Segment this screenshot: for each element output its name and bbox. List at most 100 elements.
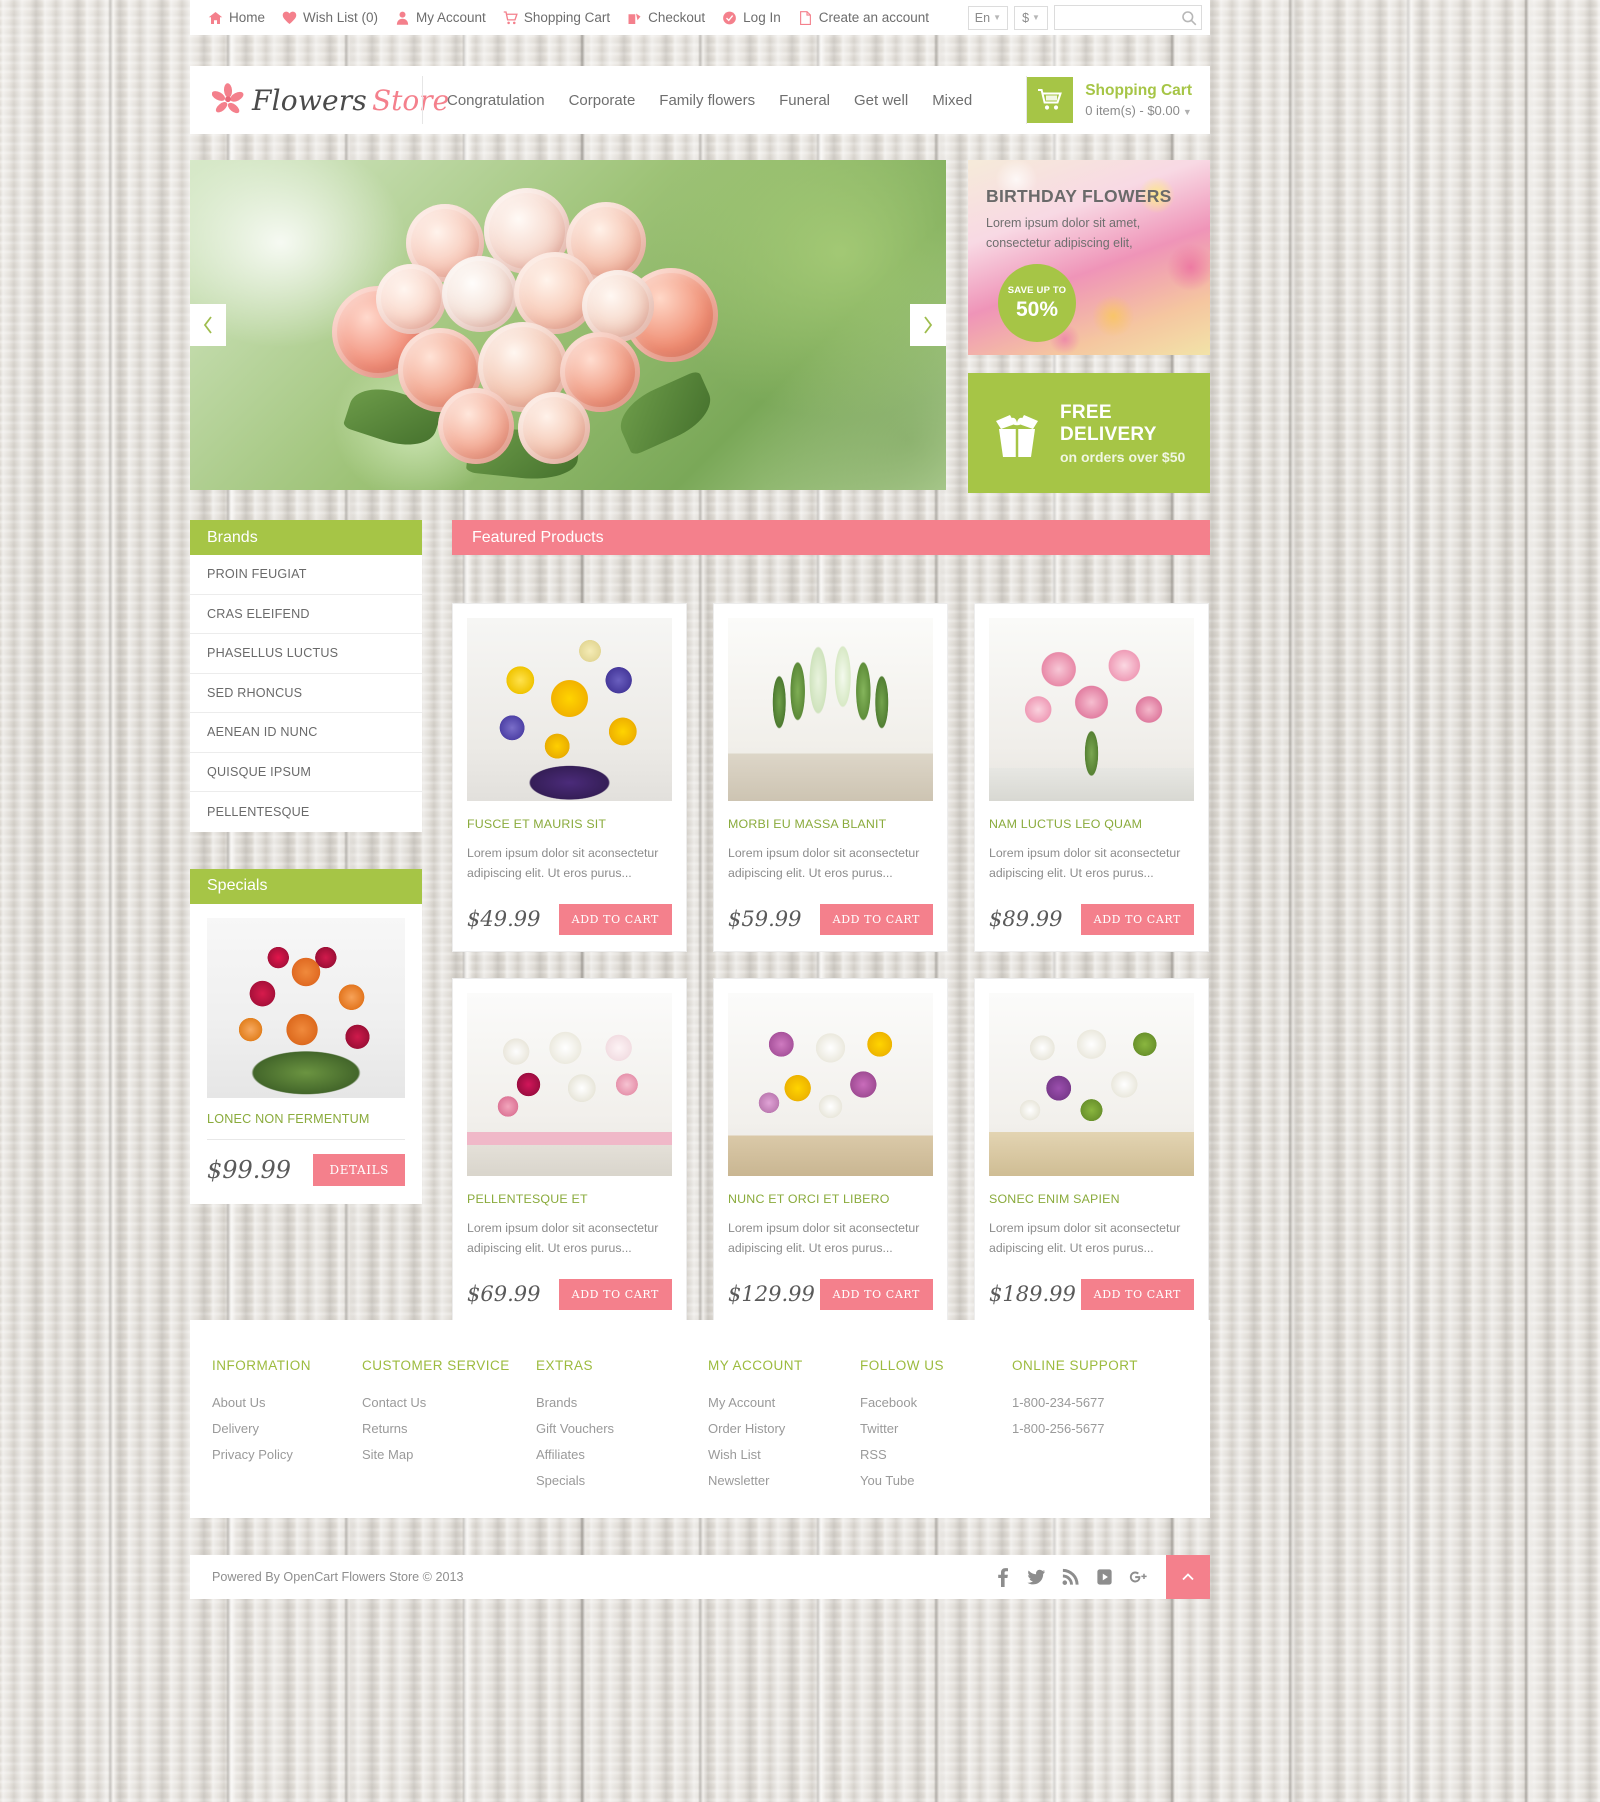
add-to-cart-button[interactable]: ADD TO CART (1080, 903, 1194, 935)
birthday-banner[interactable]: BIRTHDAY FLOWERS Lorem ipsum dolor sit a… (968, 160, 1210, 355)
slider-prev-button[interactable] (190, 304, 226, 346)
birthday-banner-content: BIRTHDAY FLOWERS Lorem ipsum dolor sit a… (968, 160, 1210, 250)
product-title: NUNC ET ORCI ET LIBERO (728, 1191, 890, 1206)
footer-link[interactable]: Site Map (362, 1447, 536, 1462)
footer-heading: INFORMATION (212, 1358, 311, 1373)
youtube-icon[interactable] (1095, 1567, 1114, 1587)
product-image[interactable] (467, 618, 672, 801)
top-controls: En ▼ $ ▼ (967, 5, 1202, 30)
footer-link[interactable]: Privacy Policy (212, 1447, 362, 1462)
footer-link[interactable]: My Account (708, 1395, 860, 1410)
top-link-label: Checkout (648, 10, 706, 25)
top-link-my-account[interactable]: My Account (395, 10, 486, 26)
top-link-label: Create an account (818, 10, 930, 25)
nav-item-get-well[interactable]: Get well (854, 92, 908, 109)
top-link-create-account[interactable]: Create an account (798, 10, 929, 26)
currency-selector[interactable]: $ ▼ (1014, 5, 1048, 30)
footer-link[interactable]: About Us (212, 1395, 362, 1410)
specials-heading: Specials (190, 868, 422, 904)
nav-item-funeral[interactable]: Funeral (779, 92, 830, 109)
add-to-cart-button[interactable]: ADD TO CART (558, 1278, 672, 1310)
top-link-wishlist[interactable]: Wish List (0) (282, 10, 378, 26)
footer-link[interactable]: You Tube (860, 1473, 1012, 1488)
product-image[interactable] (989, 992, 1194, 1176)
nav-item-family-flowers[interactable]: Family flowers (659, 92, 755, 109)
add-to-cart-button[interactable]: ADD TO CART (558, 903, 672, 935)
nav-item-congratulation[interactable]: Congratulation (447, 92, 545, 109)
twitter-icon[interactable] (1027, 1567, 1046, 1587)
back-to-top-button[interactable] (1166, 1555, 1210, 1599)
facebook-icon[interactable] (993, 1567, 1012, 1587)
details-button[interactable]: DETAILS (313, 1153, 405, 1186)
special-product-image[interactable] (207, 917, 405, 1098)
footer-heading: MY ACCOUNT (708, 1358, 803, 1373)
product-footer: $49.99 ADD TO CART (467, 903, 672, 935)
footer-link[interactable]: Wish List (708, 1447, 860, 1462)
heart-icon (282, 10, 297, 26)
free-delivery-banner[interactable]: FREE DELIVERY on orders over $50 (968, 373, 1210, 493)
product-description: Lorem ipsum dolor sit aconsectetur adipi… (467, 1220, 659, 1255)
product-image[interactable] (467, 992, 672, 1176)
add-to-cart-button[interactable]: ADD TO CART (1080, 1278, 1194, 1310)
product-footer: $89.99 ADD TO CART (989, 903, 1194, 935)
nav-item-corporate[interactable]: Corporate (569, 92, 636, 109)
product-title: PELLENTESQUE ET (467, 1191, 588, 1206)
footer-link[interactable]: Order History (708, 1421, 860, 1436)
brand-item[interactable]: PROIN FEUGIAT (190, 555, 422, 595)
product-card: FUSCE ET MAURIS SIT Lorem ipsum dolor si… (452, 603, 687, 952)
add-to-cart-button[interactable]: ADD TO CART (819, 903, 933, 935)
chevron-down-icon: ▼ (1182, 106, 1192, 117)
product-card: NAM LUCTUS LEO QUAM Lorem ipsum dolor si… (974, 603, 1209, 952)
top-link-login[interactable]: Log In (722, 10, 781, 26)
support-phone: 1-800-256-5677 (1012, 1421, 1105, 1436)
logo[interactable]: Flowers Store (190, 83, 449, 117)
nav-item-mixed[interactable]: Mixed (932, 92, 972, 109)
footer-link[interactable]: Returns (362, 1421, 536, 1436)
footer-link[interactable]: Contact Us (362, 1395, 536, 1410)
slider-next-button[interactable] (910, 304, 946, 346)
top-link-home[interactable]: Home (208, 10, 265, 26)
brands-list: PROIN FEUGIAT CRAS ELEIFEND PHASELLUS LU… (190, 555, 422, 832)
google-plus-icon[interactable] (1129, 1567, 1148, 1587)
brand-item[interactable]: SED RHONCUS (190, 674, 422, 713)
search-icon (1182, 11, 1197, 26)
product-image[interactable] (728, 618, 933, 801)
save-badge: SAVE UP TO 50% (998, 264, 1076, 342)
search-input[interactable] (1055, 6, 1201, 29)
footer-link[interactable]: Facebook (860, 1395, 1012, 1410)
footer-link[interactable]: Delivery (212, 1421, 362, 1436)
product-card: SONEC ENIM SAPIEN Lorem ipsum dolor sit … (974, 977, 1209, 1327)
brands-panel: Brands PROIN FEUGIAT CRAS ELEIFEND PHASE… (190, 520, 422, 832)
language-selector[interactable]: En ▼ (967, 5, 1008, 30)
search-button[interactable] (1181, 10, 1197, 26)
top-link-checkout[interactable]: Checkout (627, 10, 705, 26)
top-link-shopping-cart[interactable]: Shopping Cart (503, 10, 610, 26)
copyright-text: Powered By OpenCart Flowers Store © 2013 (212, 1570, 464, 1584)
footer-link[interactable]: Brands (536, 1395, 708, 1410)
footer-column-information: INFORMATION About Us Delivery Privacy Po… (212, 1358, 362, 1518)
rss-icon[interactable] (1061, 1567, 1080, 1587)
brand-item[interactable]: QUISQUE IPSUM (190, 753, 422, 792)
special-product-footer: $99.99 DETAILS (207, 1153, 405, 1186)
footer-link[interactable]: Specials (536, 1473, 708, 1488)
product-image[interactable] (989, 618, 1194, 801)
footer-link[interactable]: Gift Vouchers (536, 1421, 708, 1436)
brand-item[interactable]: PHASELLUS LUCTUS (190, 634, 422, 674)
flower-logo-icon (212, 83, 244, 117)
social-links (993, 1567, 1166, 1587)
footer-link[interactable]: Twitter (860, 1421, 1012, 1436)
brand-item[interactable]: AENEAN ID NUNC (190, 713, 422, 753)
brand-item[interactable]: CRAS ELEIFEND (190, 595, 422, 634)
product-image[interactable] (728, 992, 933, 1176)
footer-link[interactable]: Affiliates (536, 1447, 708, 1462)
product-card: MORBI EU MASSA BLANIT Lorem ipsum dolor … (713, 603, 948, 952)
add-to-cart-button[interactable]: ADD TO CART (819, 1278, 933, 1310)
brand-item[interactable]: PELLENTESQUE (190, 792, 422, 832)
cart-widget[interactable]: Shopping Cart 0 item(s) - $0.00 ▼ (1027, 77, 1210, 123)
top-link-label: My Account (416, 10, 486, 25)
footer-link[interactable]: Newsletter (708, 1473, 860, 1488)
logo-text: Flowers Store (252, 84, 449, 117)
chevron-down-icon: ▼ (993, 13, 1001, 22)
product-title: FUSCE ET MAURIS SIT (467, 817, 607, 831)
footer-link[interactable]: RSS (860, 1447, 1012, 1462)
